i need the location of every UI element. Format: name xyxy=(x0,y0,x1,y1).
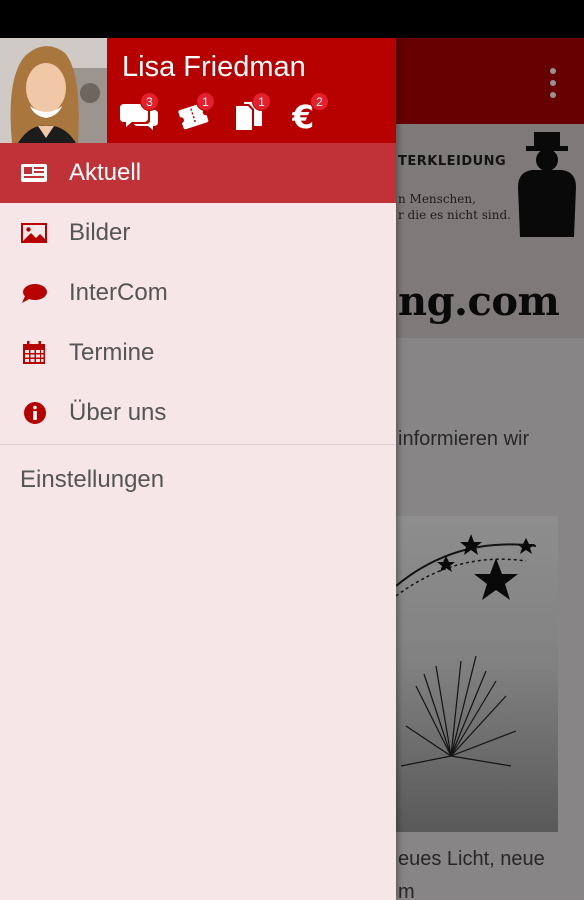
menu-item-termine[interactable]: Termine xyxy=(0,323,396,383)
menu-item-label: Termine xyxy=(69,339,155,366)
badge-count: 2 xyxy=(310,92,329,111)
badge-count: 1 xyxy=(252,92,271,111)
image-icon xyxy=(21,223,47,243)
messages-shortcut[interactable]: 3 xyxy=(120,92,164,134)
status-bar xyxy=(0,0,584,38)
tickets-shortcut[interactable]: 1 xyxy=(176,92,220,134)
user-name: Lisa Friedman xyxy=(122,51,306,83)
documents-shortcut[interactable]: 1 xyxy=(234,92,278,134)
avatar[interactable] xyxy=(0,38,107,143)
speech-bubble-icon xyxy=(22,284,47,303)
menu-item-label: Über uns xyxy=(69,399,167,426)
badge-count: 3 xyxy=(140,92,159,111)
newspaper-icon xyxy=(21,164,47,182)
menu-item-intercom[interactable]: InterCom xyxy=(0,263,396,323)
navigation-drawer: Lisa Friedman 3 1 1 € 2 Aktuell Bilder I… xyxy=(0,38,396,900)
drawer-menu: Aktuell Bilder InterCom Termine Über uns… xyxy=(0,143,396,509)
menu-item-ueber-uns[interactable]: Über uns xyxy=(0,383,396,443)
payments-shortcut[interactable]: € 2 xyxy=(292,92,336,134)
drawer-header: Lisa Friedman 3 1 1 € 2 xyxy=(0,38,396,143)
menu-item-aktuell[interactable]: Aktuell xyxy=(0,143,396,203)
menu-item-einstellungen[interactable]: Einstellungen xyxy=(0,445,396,509)
calendar-icon xyxy=(23,341,45,364)
settings-label: Einstellungen xyxy=(20,466,165,493)
info-icon xyxy=(24,402,46,424)
badge-count: 1 xyxy=(196,92,215,111)
menu-item-bilder[interactable]: Bilder xyxy=(0,203,396,263)
menu-item-label: InterCom xyxy=(69,279,168,306)
menu-item-label: Bilder xyxy=(69,219,131,246)
menu-item-label: Aktuell xyxy=(69,159,142,186)
